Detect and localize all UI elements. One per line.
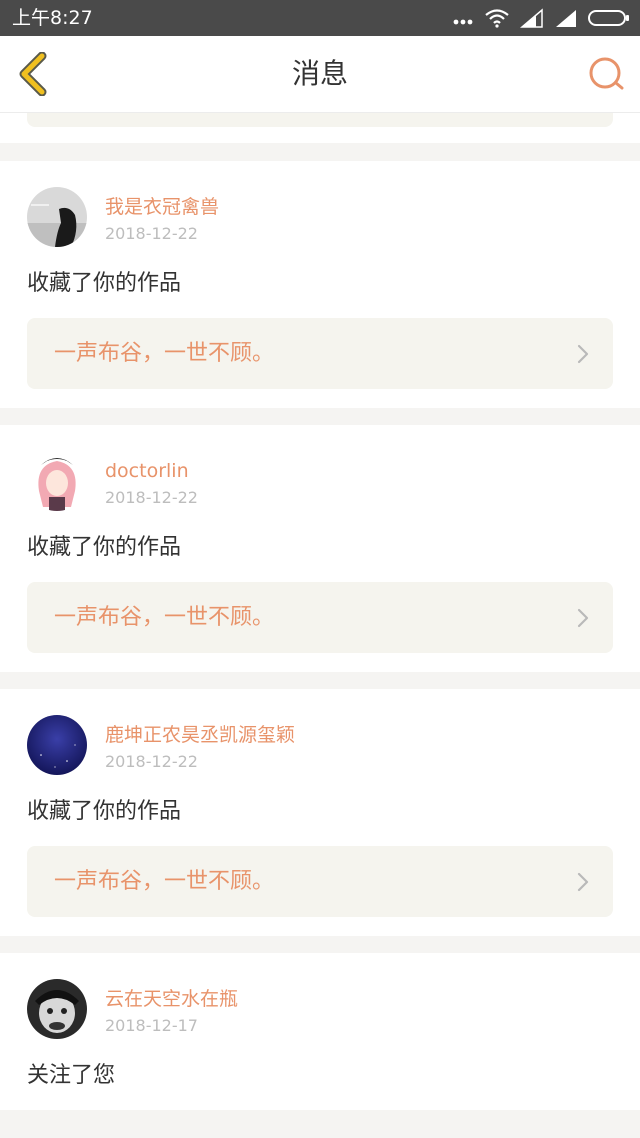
username[interactable]: doctorlin — [105, 459, 189, 483]
action-text: 收藏了你的作品 — [27, 535, 182, 560]
work-title: 一声布谷，一世不顾。 — [54, 605, 275, 630]
work-title: 一声布谷，一世不顾。 — [54, 869, 275, 894]
date: 2018-12-22 — [105, 752, 198, 771]
battery-icon — [588, 10, 629, 26]
status-icons — [452, 8, 630, 28]
work-title: 一声布谷，一世不顾。 — [54, 341, 275, 366]
header: 消息 — [0, 36, 640, 113]
avatar[interactable] — [27, 451, 87, 511]
message-card: doctorlin 2018-12-22 收藏了你的作品 一声布谷，一世不顾。 — [0, 425, 640, 672]
chevron-right-icon — [577, 872, 589, 892]
chevron-left-icon — [19, 51, 47, 97]
avatar[interactable] — [27, 187, 87, 247]
action-text: 关注了您 — [27, 1063, 116, 1088]
signal-icon — [520, 8, 543, 28]
message-card: 我是衣冠禽兽 2018-12-22 收藏了你的作品 一声布谷，一世不顾。 — [0, 161, 640, 408]
work-link[interactable]: 一声布谷，一世不顾。 — [27, 846, 613, 917]
username[interactable]: 我是衣冠禽兽 — [105, 195, 219, 219]
chevron-right-icon — [577, 608, 589, 628]
status-time: 上午8:27 — [12, 7, 93, 29]
page-title: 消息 — [291, 57, 348, 90]
partial-work-box[interactable] — [27, 113, 613, 127]
action-text: 收藏了你的作品 — [27, 271, 182, 296]
action-text: 收藏了你的作品 — [27, 799, 182, 824]
signal-icon-2 — [556, 10, 576, 27]
wifi-icon — [485, 9, 509, 28]
search-button[interactable] — [586, 54, 626, 94]
date: 2018-12-22 — [105, 224, 198, 243]
username[interactable]: 鹿坤正农昊丞凯源玺颖 — [105, 723, 295, 747]
search-icon — [589, 57, 624, 90]
work-link[interactable]: 一声布谷，一世不顾。 — [27, 582, 613, 653]
date: 2018-12-22 — [105, 488, 198, 507]
date: 2018-12-17 — [105, 1016, 198, 1035]
username[interactable]: 云在天空水在瓶 — [105, 987, 238, 1011]
message-card: 鹿坤正农昊丞凯源玺颖 2018-12-22 收藏了你的作品 一声布谷，一世不顾。 — [0, 689, 640, 936]
more-dots-icon — [453, 19, 473, 25]
status-bar: 上午8:27 — [0, 0, 640, 36]
back-button[interactable] — [14, 51, 54, 97]
avatar[interactable] — [27, 979, 87, 1039]
message-card: 云在天空水在瓶 2018-12-17 关注了您 — [0, 953, 640, 1110]
avatar[interactable] — [27, 715, 87, 775]
partial-message-card — [0, 113, 640, 143]
work-link[interactable]: 一声布谷，一世不顾。 — [27, 318, 613, 389]
chevron-right-icon — [577, 344, 589, 364]
